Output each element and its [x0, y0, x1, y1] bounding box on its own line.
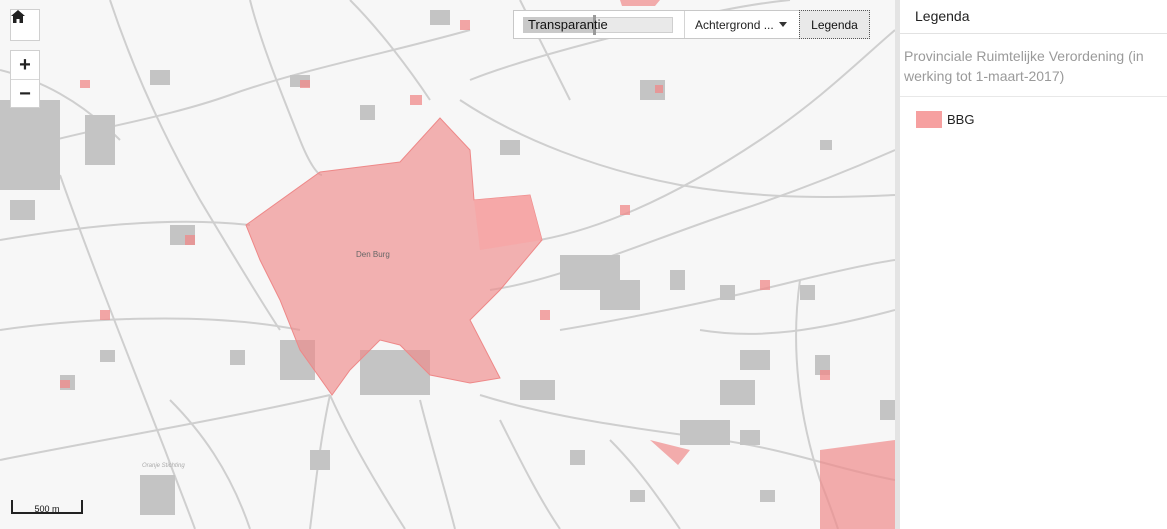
- zoom-out-button[interactable]: −: [11, 79, 39, 108]
- background-dropdown[interactable]: Achtergrond ...: [685, 11, 802, 38]
- place-label-den-burg: Den Burg: [356, 250, 390, 259]
- legend-title: Legenda: [900, 0, 1167, 34]
- zoom-control: + −: [10, 50, 40, 108]
- legend-swatch: [916, 111, 942, 128]
- map-view[interactable]: Den Burg Oranje Stichting + − Transparan…: [0, 0, 895, 529]
- legend-item: BBG: [900, 97, 1167, 128]
- faint-map-label: Oranje Stichting: [142, 463, 185, 469]
- scale-bar-label: 500 m: [34, 504, 60, 514]
- caret-down-icon: [778, 22, 787, 27]
- legend-panel: Legenda Provinciale Ruimtelijke Verorden…: [900, 0, 1167, 529]
- legend-layer-title: Provinciale Ruimtelijke Verordening (in …: [900, 34, 1167, 97]
- home-icon: [11, 10, 25, 23]
- legend-button[interactable]: Legenda: [799, 10, 870, 39]
- transparency-label: Transparantie: [528, 17, 608, 32]
- legend-item-label: BBG: [947, 112, 975, 127]
- scale-bar: 500 m: [11, 500, 83, 518]
- transparency-slider[interactable]: Transparantie: [514, 11, 685, 38]
- zoom-in-button[interactable]: +: [11, 51, 39, 79]
- map-canvas[interactable]: [0, 0, 895, 529]
- home-button[interactable]: [10, 9, 40, 41]
- background-dropdown-label: Achtergrond ...: [695, 17, 774, 32]
